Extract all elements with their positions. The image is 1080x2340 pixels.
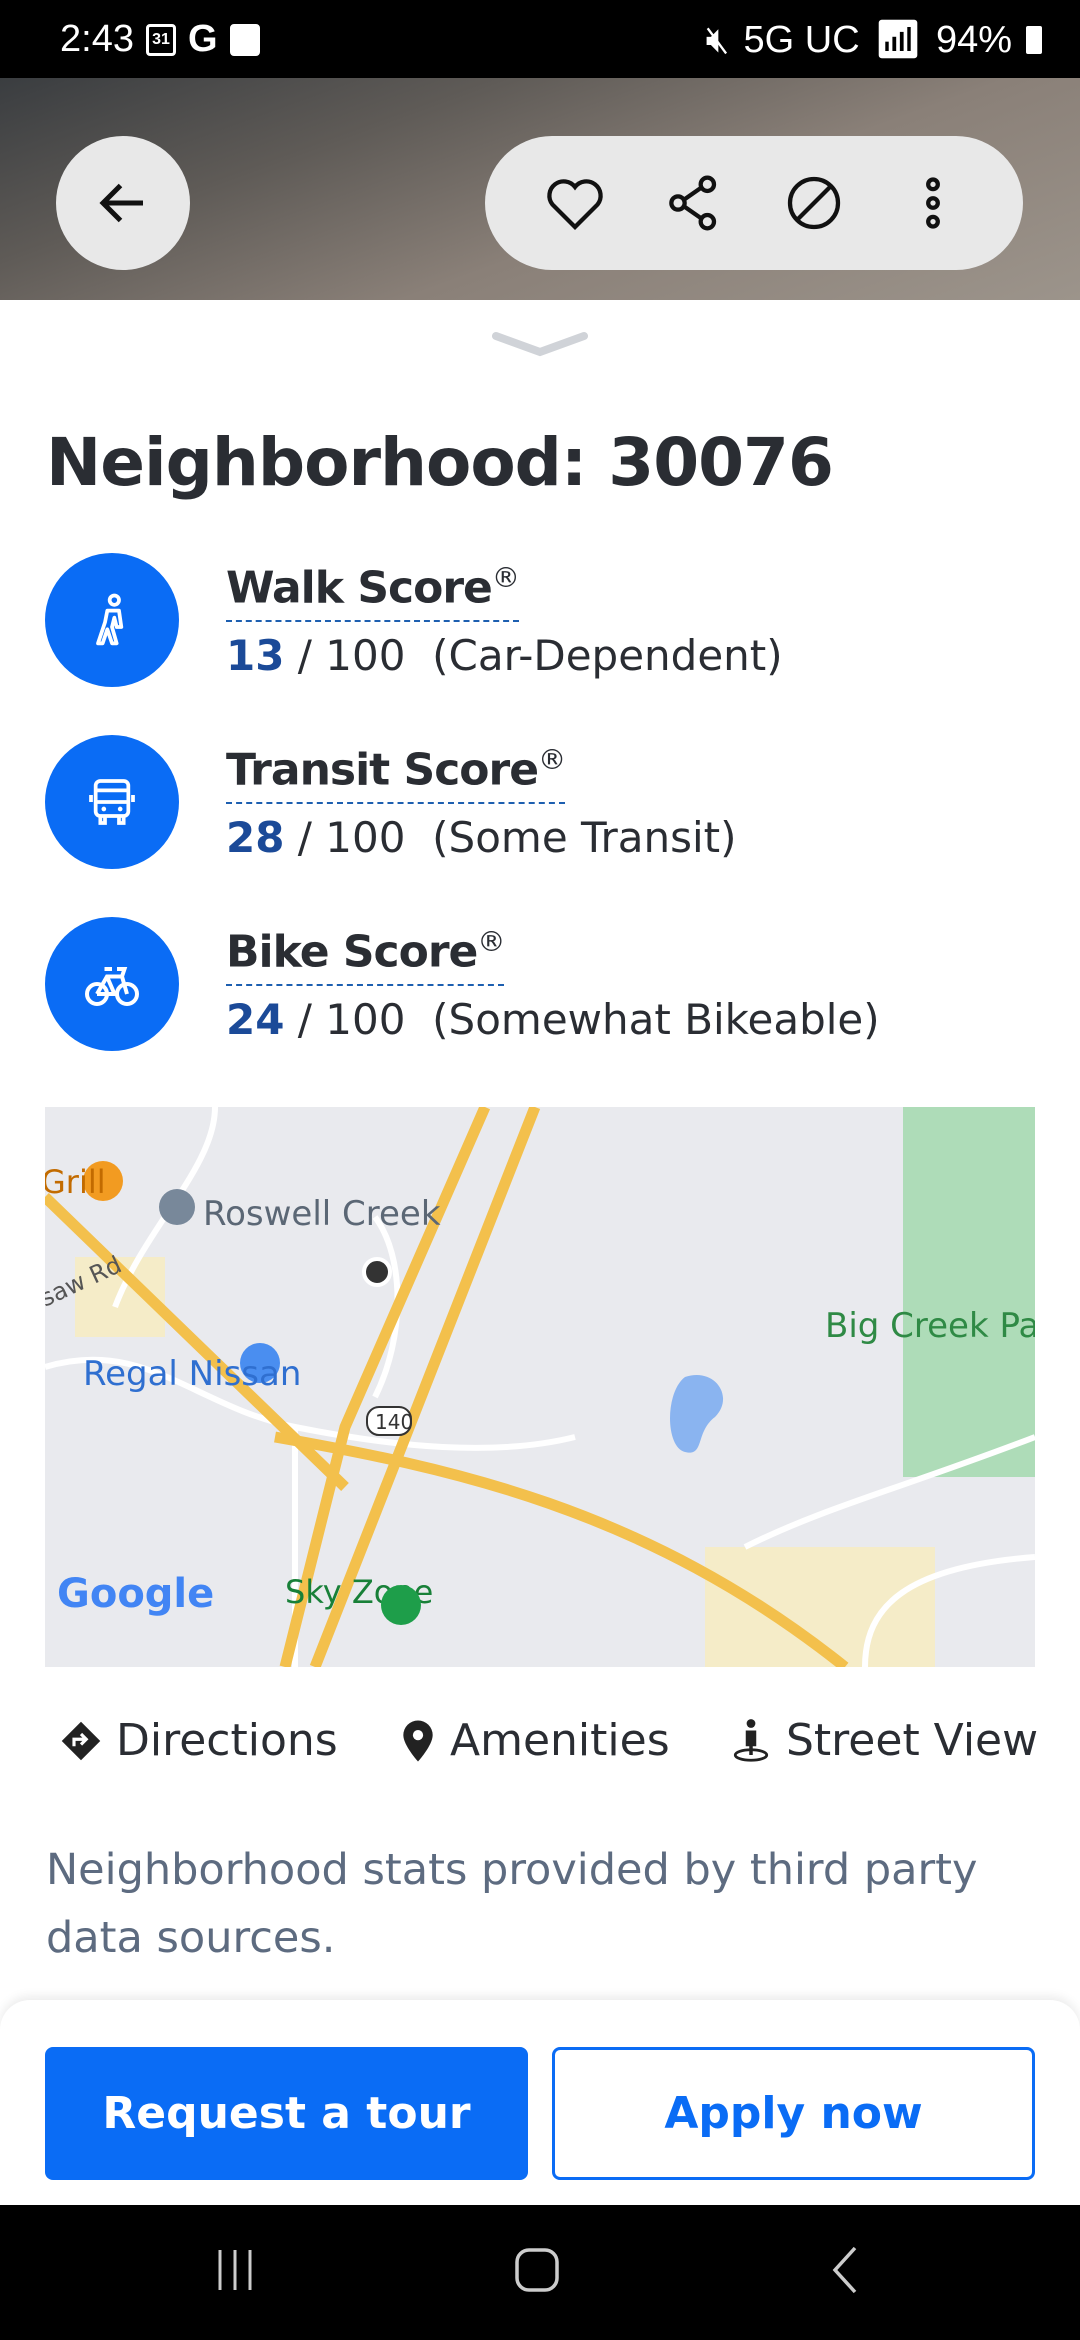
- network-label: 5G UC: [743, 18, 860, 61]
- collapse-handle-icon[interactable]: [492, 330, 588, 360]
- transit-score-title[interactable]: Transit Score®: [226, 743, 566, 804]
- directions-label: Directions: [116, 1715, 338, 1766]
- block-icon[interactable]: [782, 171, 846, 235]
- transit-score-row[interactable]: Transit Score® 28 / 100 (Some Transit): [45, 735, 1035, 869]
- amenities-link[interactable]: Amenities: [400, 1715, 670, 1766]
- action-pill: [485, 136, 1023, 270]
- system-nav-bar: [0, 2205, 1080, 2340]
- image-icon: [229, 23, 260, 56]
- street-view-label: Street View: [786, 1715, 1039, 1766]
- mute-icon: 🔇︎: [705, 18, 730, 61]
- more-vertical-icon[interactable]: [901, 171, 965, 235]
- directions-link[interactable]: Directions: [60, 1715, 338, 1766]
- heart-icon[interactable]: [543, 171, 607, 235]
- google-icon: G: [187, 18, 218, 60]
- transit-score-value: 28 / 100 (Some Transit): [226, 813, 737, 862]
- walk-icon: [45, 553, 179, 687]
- map-actions: Directions Amenities Street View: [0, 1715, 1080, 1785]
- calendar-icon: 31: [145, 23, 176, 56]
- clock: 2:43: [60, 18, 134, 60]
- bike-icon: [45, 917, 179, 1051]
- bike-score-row[interactable]: Bike Score® 24 / 100 (Somewhat Bikeable): [45, 917, 1035, 1051]
- neighborhood-map[interactable]: Grill Roswell Creek saw Rd Big Creek Pa …: [45, 1107, 1035, 1667]
- bike-score-title[interactable]: Bike Score®: [226, 925, 505, 986]
- disclaimer-text: Neighborhood stats provided by third par…: [46, 1845, 978, 1963]
- share-icon[interactable]: [662, 171, 726, 235]
- arrow-left-icon: [99, 183, 143, 223]
- page-title: Neighborhood: 30076: [46, 424, 834, 501]
- signal-icon: 📶︎: [873, 19, 922, 61]
- recents-icon[interactable]: [210, 2245, 260, 2295]
- street-view-icon: [733, 1718, 769, 1762]
- map-label: Regal Nissan: [83, 1354, 301, 1394]
- map-label: Big Creek Pa: [825, 1306, 1035, 1346]
- bike-score-value: 24 / 100 (Somewhat Bikeable): [226, 995, 880, 1044]
- battery-icon: [1026, 26, 1042, 54]
- apply-now-button[interactable]: Apply now: [552, 2047, 1035, 2180]
- place-pin-icon: [159, 1189, 195, 1225]
- place-pin-icon: [381, 1585, 421, 1625]
- walk-score-title[interactable]: Walk Score®: [226, 561, 520, 622]
- request-tour-button[interactable]: Request a tour: [45, 2047, 528, 2180]
- bus-icon: [45, 735, 179, 869]
- walk-score-value: 13 / 100 (Car-Dependent): [226, 631, 783, 680]
- directions-icon: [61, 1721, 101, 1760]
- google-logo: Google: [57, 1571, 214, 1617]
- status-bar: 2:43 31 G 🔇︎ 5G UC 📶︎ 94%: [0, 0, 1080, 78]
- location-pin-icon: [403, 1719, 433, 1762]
- walk-score-row[interactable]: Walk Score® 13 / 100 (Car-Dependent): [45, 553, 1035, 687]
- map-label: Grill: [45, 1163, 106, 1201]
- amenities-label: Amenities: [450, 1715, 670, 1766]
- location-marker: [362, 1257, 392, 1287]
- street-view-link[interactable]: Street View: [730, 1715, 1038, 1766]
- map-label: Roswell Creek: [203, 1194, 441, 1234]
- lake: [670, 1375, 724, 1453]
- home-icon[interactable]: [512, 2245, 562, 2295]
- footer-actions: Request a tour Apply now: [0, 2000, 1080, 2205]
- park-area: [903, 1107, 1035, 1477]
- battery-label: 94%: [935, 18, 1012, 61]
- back-button[interactable]: [56, 136, 190, 270]
- back-nav-icon[interactable]: [820, 2245, 870, 2295]
- route-shield: 140: [375, 1410, 413, 1434]
